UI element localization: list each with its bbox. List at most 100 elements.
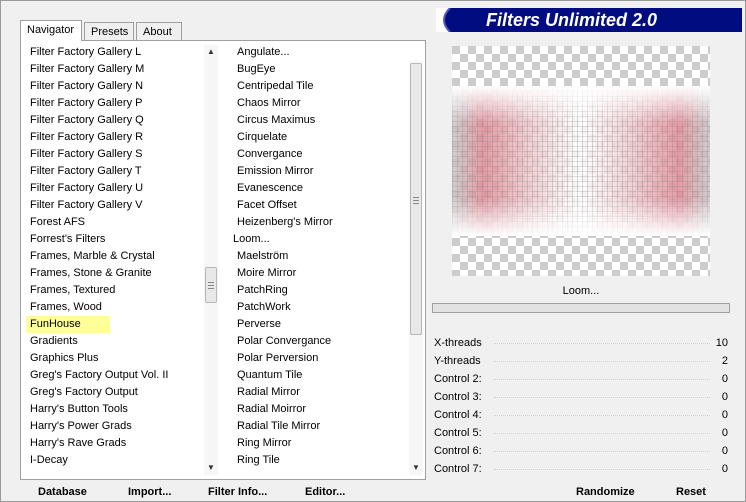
control-label: Control 7: [434,463,482,475]
navigator-panel: Filter Factory Gallery L Filter Factory G… [20,40,426,480]
control-row[interactable]: Control 3: 0 [432,388,730,406]
banner: Filters Unlimited 2.0 [436,8,742,32]
filter-item[interactable]: BugEye [233,61,408,78]
tab-about[interactable]: About [136,22,182,40]
control-slider-track[interactable] [494,469,710,470]
control-slider-track[interactable] [494,415,710,416]
control-slider-track[interactable] [494,343,710,344]
control-slider-track[interactable] [494,397,710,398]
control-value: 0 [721,463,728,475]
filter-item[interactable]: Facet Offset [233,197,408,214]
control-row[interactable]: Control 2: 0 [432,370,730,388]
tab-navigator[interactable]: Navigator [20,20,82,41]
database-button[interactable]: Database [38,486,87,498]
control-slider-track[interactable] [494,379,710,380]
control-row[interactable]: Y-threads 2 [432,352,730,370]
scroll-down-icon[interactable]: ▼ [204,461,218,475]
filter-item[interactable]: Centripedal Tile [233,78,408,95]
control-row[interactable]: X-threads 10 [432,334,730,352]
category-scrollbar[interactable]: ▲ ▼ [204,45,218,475]
filter-item-selected[interactable]: Loom... [233,233,270,245]
filter-item[interactable]: Emission Mirror [233,163,408,180]
category-item[interactable]: Frames, Wood [26,299,206,316]
control-value: 0 [721,373,728,385]
preview-image [452,46,710,276]
control-label: Control 3: [434,391,482,403]
category-item[interactable]: Frames, Textured [26,282,206,299]
filter-item[interactable]: Polar Perversion [233,350,408,367]
control-slider-track[interactable] [494,361,710,362]
filter-item[interactable]: Radial Tile Mirror [233,418,408,435]
category-item[interactable]: Frames, Stone & Granite [26,265,206,282]
filter-item[interactable]: Ring Mirror [233,435,408,452]
category-item[interactable]: Filter Factory Gallery V [26,197,206,214]
filter-item[interactable]: Moire Mirror [233,265,408,282]
filter-item[interactable]: Cirquelate [233,129,408,146]
filter-item[interactable]: Circus Maximus [233,112,408,129]
filter-item[interactable]: Polar Convergance [233,333,408,350]
category-item[interactable]: Filter Factory Gallery N [26,78,206,95]
category-item[interactable]: Greg's Factory Output Vol. II [26,367,206,384]
randomize-button[interactable]: Randomize [576,486,635,498]
control-row[interactable]: Control 5: 0 [432,424,730,442]
category-item[interactable]: Graphics Plus [26,350,206,367]
filter-item[interactable]: Perverse [233,316,408,333]
category-item[interactable]: Gradients [26,333,206,350]
control-value: 0 [721,391,728,403]
control-value: 0 [721,409,728,421]
filter-item[interactable]: Chaos Mirror [233,95,408,112]
filter-item[interactable]: Maelström [233,248,408,265]
filter-item[interactable]: Radial Mirror [233,384,408,401]
filter-item[interactable]: Evanescence [233,180,408,197]
filter-item[interactable]: Heizenberg's Mirror [233,214,408,231]
filter-item[interactable]: Radial Moirror [233,401,408,418]
control-row[interactable]: Control 6: 0 [432,442,730,460]
category-item[interactable]: Harry's Power Grads [26,418,206,435]
tab-presets[interactable]: Presets [84,22,134,40]
import-button[interactable]: Import... [128,486,171,498]
category-item[interactable]: Filter Factory Gallery U [26,180,206,197]
category-item[interactable]: Forrest's Filters [26,231,206,248]
filter-item[interactable]: Ring Tile [233,452,408,469]
category-item[interactable]: Filter Factory Gallery S [26,146,206,163]
category-item[interactable]: Greg's Factory Output [26,384,206,401]
control-slider-track[interactable] [494,433,710,434]
category-item[interactable]: Filter Factory Gallery Q [26,112,206,129]
category-item[interactable]: Filter Factory Gallery T [26,163,206,180]
category-item[interactable]: Harry's Rave Grads [26,435,206,452]
control-label: X-threads [434,337,482,349]
category-item[interactable]: Filter Factory Gallery M [26,61,206,78]
control-value: 2 [721,355,728,367]
category-item[interactable]: Filter Factory Gallery P [26,95,206,112]
category-item[interactable]: Frames, Marble & Crystal [26,248,206,265]
control-sliders: X-threads 10 Y-threads 2 Control 2: 0 Control … [432,334,730,478]
category-item[interactable]: Filter Factory Gallery R [26,129,206,146]
reset-button[interactable]: Reset [676,486,706,498]
control-slider-track[interactable] [494,451,710,452]
category-item[interactable]: I-Decay [26,452,206,469]
scroll-up-icon[interactable]: ▲ [204,45,218,59]
category-item[interactable]: Forest AFS [26,214,206,231]
category-item-selected[interactable]: FunHouse [26,316,110,333]
filter-item[interactable]: PatchWork [233,299,408,316]
filter-item[interactable]: PatchRing [233,282,408,299]
filter-scroll-thumb[interactable] [410,63,422,335]
filter-list[interactable]: Angulate... BugEye Centripedal Tile Chaos M… [233,44,408,474]
filter-item[interactable]: Angulate... [233,44,408,61]
category-item[interactable]: Filter Factory Gallery L [26,44,206,61]
control-row[interactable]: Control 7: 0 [432,460,730,478]
category-list[interactable]: Filter Factory Gallery L Filter Factory G… [26,44,206,474]
control-row[interactable]: Control 4: 0 [432,406,730,424]
control-label: Control 6: [434,445,482,457]
filter-scrollbar[interactable]: ▼ [409,61,423,475]
category-item[interactable]: Harry's Button Tools [26,401,206,418]
bottom-button-bar: Database Import... Filter Info... Editor… [0,484,746,502]
category-scroll-thumb[interactable] [205,267,217,303]
control-value: 0 [721,445,728,457]
filter-item[interactable]: Convergance [233,146,408,163]
editor-button[interactable]: Editor... [305,486,345,498]
filter-item[interactable]: Quantum Tile [233,367,408,384]
filter-info-button[interactable]: Filter Info... [208,486,267,498]
filter-scroll-down-icon[interactable]: ▼ [409,461,423,475]
filter-item[interactable]: Loom... [233,231,408,248]
